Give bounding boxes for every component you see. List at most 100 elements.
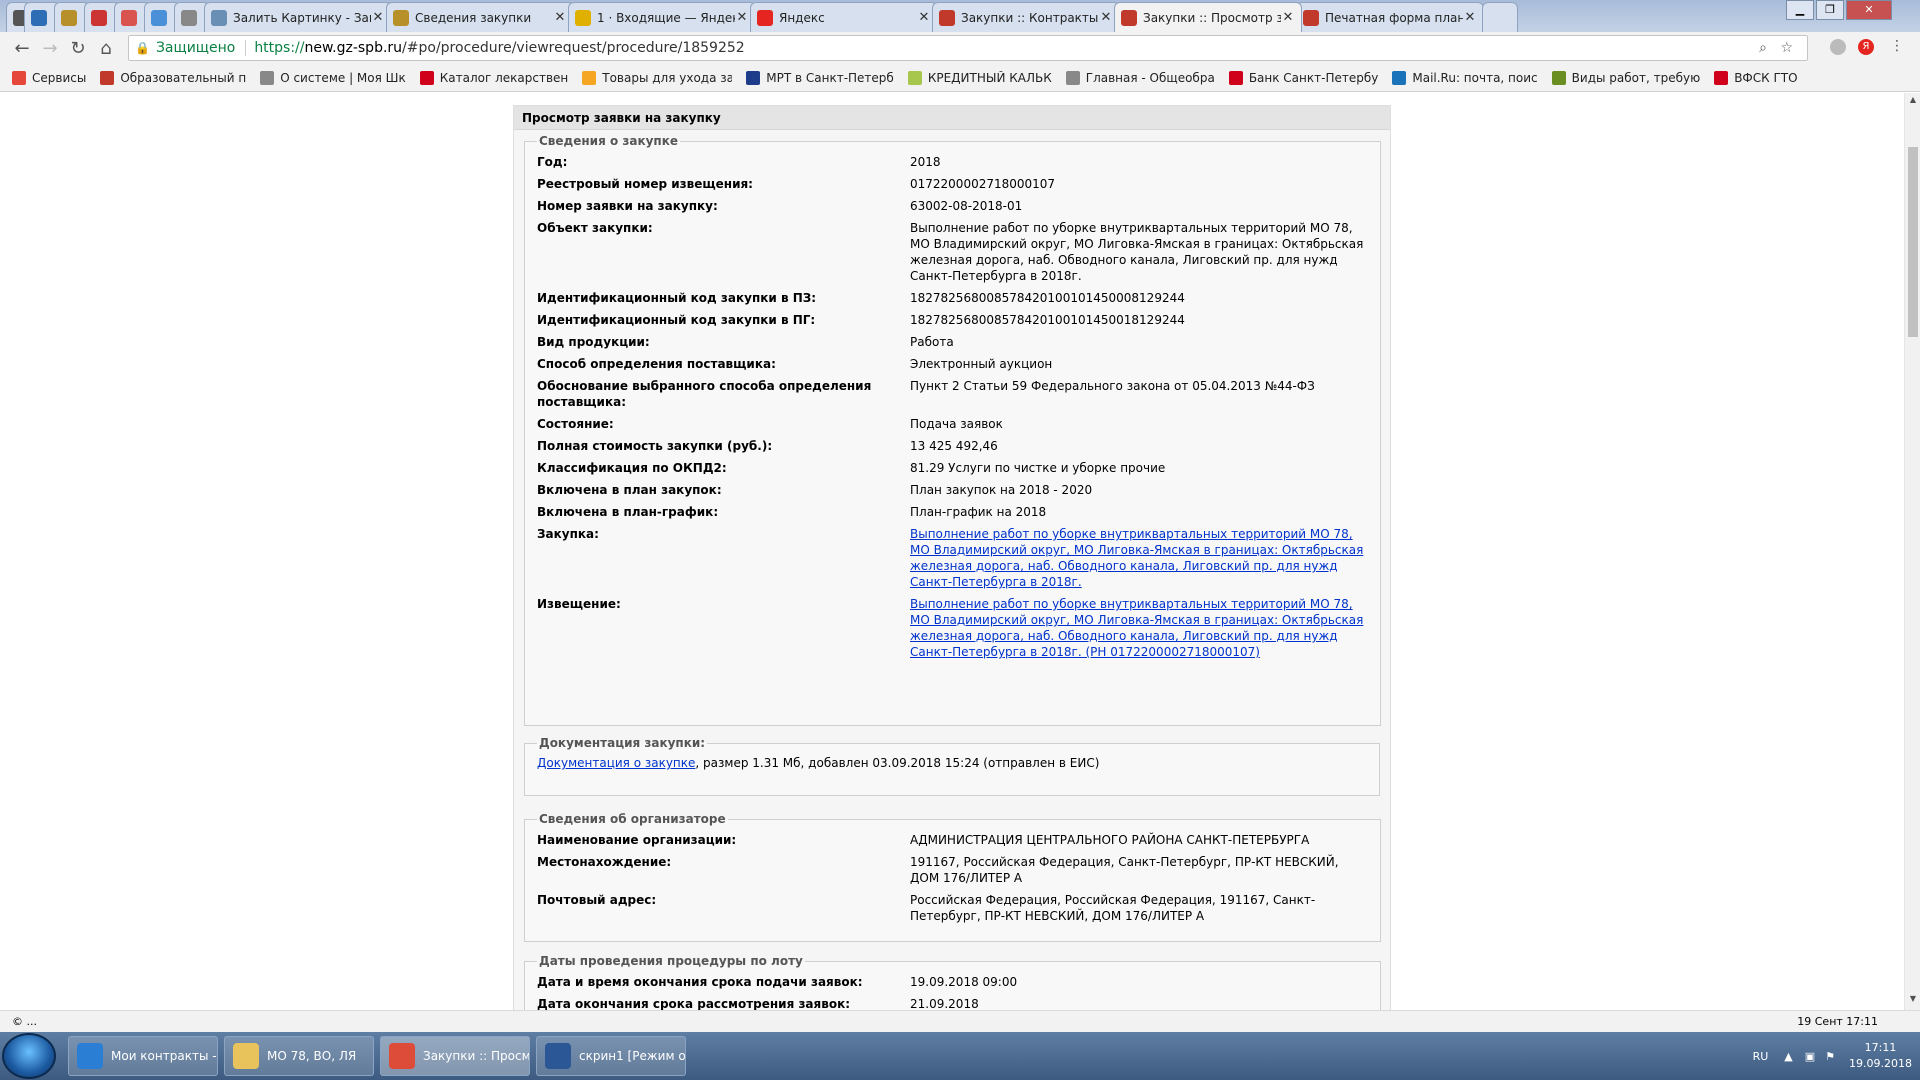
tab-favicon-icon [1121, 9, 1137, 26]
browser-tab[interactable]: Залить Картинку - Загру✕ [204, 2, 392, 32]
bookmark-item[interactable]: Главная - Общеобра [1065, 70, 1215, 85]
menu-icon[interactable]: ⋮ [1890, 38, 1904, 54]
yandex-extension-icon[interactable]: Я [1858, 39, 1874, 55]
field-value: План-график на 2018 [910, 505, 1047, 519]
bookmark-item[interactable]: МРТ в Санкт-Петерб [746, 70, 894, 85]
taskbar-item[interactable]: Закупки :: Просм... [380, 1036, 530, 1076]
tab-close-icon[interactable]: ✕ [553, 10, 567, 25]
bookmark-favicon-icon [100, 70, 115, 85]
start-button[interactable] [2, 1033, 56, 1079]
bookmark-label: МРТ в Санкт-Петерб [766, 70, 894, 85]
taskbar-item-label: Мои контракты -... [111, 1049, 218, 1063]
bookmark-item[interactable]: Товары для ухода за [582, 70, 732, 85]
bookmark-favicon-icon [1392, 70, 1407, 85]
zoom-icon[interactable]: ⌕ [1759, 40, 1767, 56]
tab-favicon-icon [181, 9, 197, 26]
taskbar-item[interactable]: Мои контракты -... [68, 1036, 218, 1076]
organizer-section: Сведения об организаторе Наименование ор… [524, 812, 1381, 942]
home-button[interactable]: ⌂ [92, 34, 120, 62]
taskbar-item[interactable]: скрин1 [Режим о... [536, 1036, 686, 1076]
field-label: Объект закупки: [537, 221, 653, 235]
bookmark-item[interactable]: Банк Санкт-Петербу [1228, 70, 1378, 85]
tab-favicon-icon [91, 9, 107, 26]
browser-tab-bar: Залить Картинку - Загру✕Сведения закупки… [0, 0, 1920, 32]
section-legend: Сведения о закупке [539, 134, 678, 148]
minimize-button[interactable]: ▁ [1786, 0, 1814, 20]
field-row: Извещение: Выполнение работ по уборке вну… [537, 596, 1368, 660]
taskbar-item[interactable]: МО 78, ВО, ЛЯ [224, 1036, 374, 1076]
field-value: Подача заявок [910, 417, 1003, 431]
field-label: Идентификационный код закупки в ПГ: [537, 313, 816, 327]
tray-expand-icon[interactable]: ▲ [1784, 1050, 1792, 1063]
maximize-button[interactable]: ❐ [1816, 0, 1844, 20]
new-tab-button[interactable] [1482, 2, 1518, 32]
documentation-line: Документация о закупке, размер 1.31 Мб, … [537, 750, 1367, 770]
field-value: Выполнение работ по уборке внутриквартал… [910, 221, 1364, 283]
bookmark-item[interactable]: Mail.Ru: почта, поис [1392, 70, 1538, 85]
tab-label: Сведения закупки [415, 10, 532, 25]
secure-indicator[interactable]: 🔒 Защищено [135, 40, 235, 56]
bookmark-item[interactable]: О системе | Моя Шк [260, 70, 406, 85]
bookmark-item[interactable]: КРЕДИТНЫЙ КАЛЬК [907, 70, 1052, 85]
browser-tab[interactable]: Печатная форма плана ✕ [1296, 2, 1484, 32]
field-value-link[interactable]: Выполнение работ по уборке внутриквартал… [910, 527, 1363, 589]
forward-button[interactable]: → [36, 34, 64, 62]
tab-close-icon[interactable]: ✕ [735, 10, 749, 25]
field-row: Состояние: Подача заявок [537, 416, 1368, 432]
bookmark-label: ВФСК ГТО [1734, 70, 1798, 85]
field-value: 63002-08-2018-01 [910, 199, 1023, 213]
tab-close-icon[interactable]: ✕ [371, 10, 385, 25]
browser-toolbar: ← → ↻ ⌂ 🔒 Защищено https://new.gz-spb.ru… [0, 32, 1920, 64]
field-value: 2018 [910, 155, 941, 169]
bookmark-item[interactable]: Виды работ, требую [1551, 70, 1700, 85]
bookmark-item[interactable]: Каталог лекарствен [419, 70, 568, 85]
bookmark-favicon-icon [907, 70, 922, 85]
bookmarks-bar: Сервисы Образовательный п О системе | Моя … [0, 64, 1920, 92]
field-row: Идентификационный код закупки в ПЗ: 18278… [537, 290, 1368, 306]
field-label: Закупка: [537, 527, 599, 541]
tab-favicon-icon [1303, 9, 1319, 26]
section-legend: Сведения об организаторе [539, 812, 726, 826]
reload-button[interactable]: ↻ [64, 34, 92, 62]
procurement-info-section: Сведения о закупке Год: 2018 Реестровый но… [524, 134, 1381, 726]
taskbar-items: Мои контракты -... МО 78, ВО, ЛЯ Закупки :… [62, 1036, 686, 1076]
tab-close-icon[interactable]: ✕ [917, 10, 931, 25]
clock-date: 19.09.2018 [1849, 1057, 1912, 1070]
bookmark-item[interactable]: ВФСК ГТО [1714, 70, 1798, 85]
scroll-down-arrow-icon[interactable]: ▼ [1905, 994, 1920, 1008]
clock[interactable]: 17:11 19.09.2018 [1849, 1040, 1912, 1072]
field-label: Вид продукции: [537, 335, 650, 349]
windows-taskbar: Мои контракты -... МО 78, ВО, ЛЯ Закупки :… [0, 1032, 1920, 1080]
network-icon[interactable]: ▣ [1805, 1050, 1815, 1063]
close-window-button[interactable]: ✕ [1846, 0, 1892, 20]
section-legend: Документация закупки: [539, 736, 706, 750]
bookmark-item[interactable]: Образовательный п [100, 70, 246, 85]
page-scrollbar[interactable]: ▲ ▼ [1904, 93, 1920, 1010]
browser-tab[interactable]: Сведения закупки ✕ [386, 2, 574, 32]
browser-tab[interactable]: Закупки :: Просмотр зая✕ [1114, 2, 1302, 32]
scroll-up-arrow-icon[interactable]: ▲ [1905, 95, 1920, 109]
flag-icon[interactable]: ⚑ [1825, 1050, 1835, 1063]
browser-tab[interactable]: Яндекс ✕ [750, 2, 938, 32]
language-indicator[interactable]: RU [1753, 1050, 1769, 1063]
taskbar-app-icon [77, 1043, 103, 1069]
status-left: © ... [12, 1015, 37, 1028]
back-button[interactable]: ← [8, 34, 36, 62]
extension-icon[interactable] [1830, 39, 1846, 55]
panel-title: Просмотр заявки на закупку [514, 106, 1390, 130]
browser-tab[interactable]: Закупки :: Контракты на✕ [932, 2, 1120, 32]
field-value-link[interactable]: Выполнение работ по уборке внутриквартал… [910, 597, 1363, 659]
tab-close-icon[interactable]: ✕ [1099, 10, 1113, 25]
bookmark-favicon-icon [260, 70, 275, 85]
procedure-dates-section: Даты проведения процедуры по лоту Дата и… [524, 954, 1381, 1010]
bookmark-item[interactable]: Сервисы [12, 70, 86, 85]
tab-close-icon[interactable]: ✕ [1463, 10, 1477, 25]
tab-close-icon[interactable]: ✕ [1281, 10, 1295, 25]
scrollbar-thumb[interactable] [1908, 147, 1918, 337]
documentation-link[interactable]: Документация о закупке [537, 756, 695, 770]
taskbar-app-icon [545, 1043, 571, 1069]
address-bar[interactable]: 🔒 Защищено https://new.gz-spb.ru/#po/pro… [128, 35, 1808, 61]
browser-tab[interactable]: 1 · Входящие — Яндекс ✕ [568, 2, 756, 32]
bookmark-star-icon[interactable]: ☆ [1780, 40, 1793, 56]
field-row: Включена в план закупок: План закупок на … [537, 482, 1368, 498]
